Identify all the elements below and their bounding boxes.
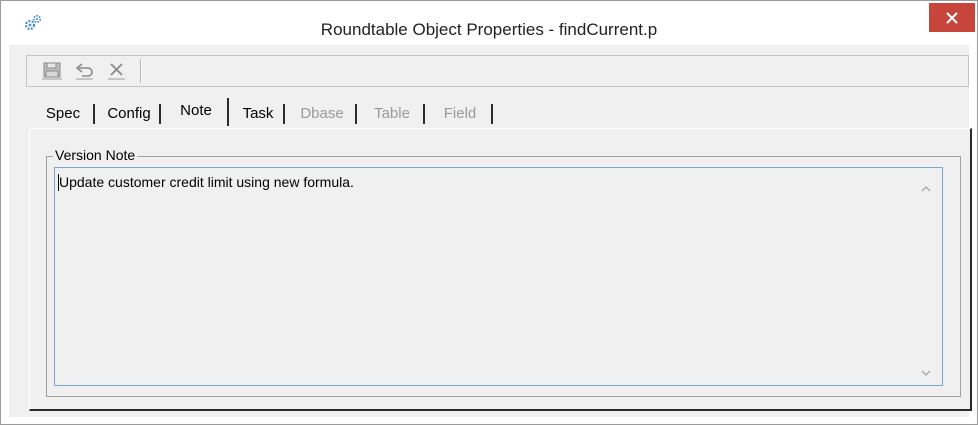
version-note-editor[interactable]: Update customer credit limit using new f… bbox=[54, 167, 943, 386]
tab-label: Note bbox=[180, 102, 212, 119]
tab-table[interactable]: Table bbox=[359, 101, 425, 127]
version-note-label: Version Note bbox=[53, 147, 138, 163]
client-area: Spec Config Note Task Dbase Table Field … bbox=[9, 45, 972, 417]
tab-task[interactable]: Task bbox=[231, 101, 285, 127]
save-icon[interactable] bbox=[41, 60, 65, 82]
tab-label: Dbase bbox=[300, 105, 344, 122]
delete-icon[interactable] bbox=[105, 60, 129, 82]
scroll-down-icon[interactable] bbox=[919, 366, 933, 378]
tab-dbase[interactable]: Dbase bbox=[287, 101, 357, 127]
tab-label: Spec bbox=[45, 105, 81, 122]
window-title: Roundtable Object Properties - findCurre… bbox=[320, 20, 658, 39]
tab-strip: Spec Config Note Task Dbase Table Field bbox=[31, 97, 511, 127]
tab-label: Config bbox=[107, 105, 151, 122]
close-button[interactable] bbox=[929, 3, 975, 32]
tab-label: Field bbox=[443, 105, 477, 122]
tab-note[interactable]: Note bbox=[163, 97, 229, 129]
title-bar[interactable]: Roundtable Object Properties - findCurre… bbox=[1, 1, 977, 45]
tab-config[interactable]: Config bbox=[97, 101, 161, 127]
toolbar bbox=[26, 55, 969, 87]
scroll-up-icon[interactable] bbox=[919, 182, 933, 194]
close-icon bbox=[946, 12, 958, 24]
properties-window: Roundtable Object Properties - findCurre… bbox=[0, 0, 978, 425]
version-note-group: Version Note Update customer credit limi… bbox=[46, 147, 961, 397]
tab-label: Table bbox=[374, 105, 410, 122]
tab-field[interactable]: Field bbox=[427, 101, 493, 127]
toolbar-separator bbox=[140, 59, 142, 83]
undo-icon[interactable] bbox=[73, 60, 97, 82]
tab-spec[interactable]: Spec bbox=[31, 101, 95, 127]
version-note-text: Update customer credit limit using new f… bbox=[59, 174, 354, 190]
note-tab-panel: Version Note Update customer credit limi… bbox=[29, 128, 972, 411]
tab-label: Task bbox=[242, 105, 274, 122]
